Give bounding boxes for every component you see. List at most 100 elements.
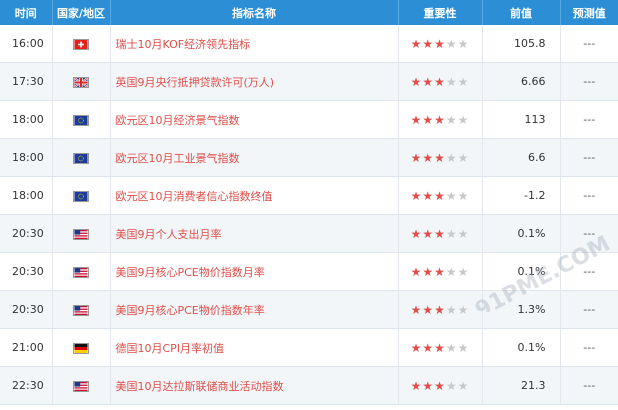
table-row[interactable]: 18:00 欧元区10月经济景气指数 ★★★★★ 113 --- (0, 100, 618, 139)
eu-flag-icon (73, 152, 89, 164)
star-icon: ★ (434, 226, 446, 241)
previous-value: 113 (482, 100, 561, 139)
indicator-link[interactable]: 欧元区10月经济景气指数 (110, 100, 399, 139)
table-row[interactable]: 22:30 美国10月达拉斯联储商业活动指数 ★★★★★ 21.3 --- (0, 366, 618, 405)
importance-stars: ★★★★★ (411, 189, 470, 203)
star-icon: ★ (445, 74, 458, 89)
country-cell (52, 176, 111, 215)
previous-value: -1.2 (482, 176, 561, 215)
forecast-value: --- (560, 100, 618, 139)
watermark-text: 91PME.COM (471, 232, 614, 312)
star-icon: ★ (422, 264, 435, 279)
star-icon: ★ (445, 340, 458, 355)
star-icon: ★ (410, 302, 423, 317)
star-icon: ★ (410, 36, 423, 51)
time-cell: 18:00 (0, 100, 53, 139)
star-icon: ★ (434, 150, 446, 165)
star-icon: ★ (422, 378, 435, 393)
star-icon: ★ (434, 264, 446, 279)
time-cell: 20:30 (0, 214, 53, 253)
importance-stars: ★★★★★ (411, 379, 470, 393)
table-row[interactable]: 17:30 英国9月央行抵押贷款许可(万人) ★★★★★ 6.66 --- (0, 62, 618, 101)
importance-cell: ★★★★★ (398, 138, 483, 177)
importance-stars: ★★★★★ (411, 37, 470, 51)
star-icon: ★ (434, 340, 446, 355)
star-icon: ★ (434, 378, 446, 393)
importance-cell: ★★★★★ (398, 25, 483, 63)
header-indicator[interactable]: 指标名称 (110, 0, 399, 25)
previous-value: 6.66 (482, 62, 561, 101)
forecast-value: --- (560, 328, 618, 367)
switzerland-flag-icon (73, 38, 89, 50)
star-icon: ★ (410, 264, 423, 279)
previous-value: 105.8 (482, 25, 561, 63)
star-icon: ★ (434, 112, 446, 127)
forecast-value: --- (560, 25, 618, 63)
indicator-link[interactable]: 欧元区10月工业景气指数 (110, 138, 399, 177)
us-flag-icon (73, 228, 89, 240)
header-importance[interactable]: 重要性 (398, 0, 483, 25)
star-icon: ★ (410, 112, 423, 127)
star-icon: ★ (422, 340, 435, 355)
star-icon: ★ (457, 150, 470, 165)
country-cell (52, 138, 111, 177)
time-cell: 18:00 (0, 138, 53, 177)
header-forecast[interactable]: 预测值 (560, 0, 618, 25)
indicator-link[interactable]: 德国10月CPI月率初值 (110, 328, 399, 367)
country-cell (52, 214, 111, 253)
indicator-link[interactable]: 美国9月核心PCE物价指数月率 (110, 252, 399, 291)
importance-cell: ★★★★★ (398, 176, 483, 215)
uk-flag-icon (73, 76, 89, 88)
importance-cell: ★★★★★ (398, 62, 483, 101)
time-cell: 22:30 (0, 366, 53, 405)
importance-cell: ★★★★★ (398, 328, 483, 367)
importance-stars: ★★★★★ (411, 113, 470, 127)
country-cell (52, 25, 111, 63)
indicator-link[interactable]: 美国9月个人支出月率 (110, 214, 399, 253)
star-icon: ★ (434, 36, 446, 51)
header-country[interactable]: 国家/地区 (52, 0, 111, 25)
time-cell: 21:00 (0, 328, 53, 367)
table-row[interactable]: 21:00 德国10月CPI月率初值 ★★★★★ 0.1% --- (0, 328, 618, 367)
time-cell: 18:00 (0, 176, 53, 215)
importance-cell: ★★★★★ (398, 100, 483, 139)
eu-flag-icon (73, 114, 89, 126)
indicator-link[interactable]: 英国9月央行抵押贷款许可(万人) (110, 62, 399, 101)
indicator-link[interactable]: 美国9月核心PCE物价指数年率 (110, 290, 399, 329)
star-icon: ★ (410, 188, 423, 203)
star-icon: ★ (422, 150, 435, 165)
star-icon: ★ (457, 112, 470, 127)
star-icon: ★ (422, 188, 435, 203)
forecast-value: --- (560, 366, 618, 405)
importance-stars: ★★★★★ (411, 151, 470, 165)
eu-flag-icon (73, 190, 89, 202)
header-time[interactable]: 时间 (0, 0, 53, 25)
indicator-link[interactable]: 美国10月达拉斯联储商业活动指数 (110, 366, 399, 405)
star-icon: ★ (445, 378, 458, 393)
header-previous[interactable]: 前值 (482, 0, 561, 25)
time-cell: 17:30 (0, 62, 53, 101)
us-flag-icon (73, 304, 89, 316)
forecast-value: --- (560, 138, 618, 177)
table-row[interactable]: 16:00 瑞士10月KOF经济领先指标 ★★★★★ 105.8 --- (0, 25, 618, 63)
us-flag-icon (73, 380, 89, 392)
star-icon: ★ (422, 226, 435, 241)
star-icon: ★ (434, 74, 446, 89)
calendar-table: 时间 国家/地区 指标名称 重要性 前值 预测值 16:00 瑞士10月KOF经济… (0, 0, 618, 405)
country-cell (52, 290, 111, 329)
table-row[interactable]: 18:00 欧元区10月消费者信心指数终值 ★★★★★ -1.2 --- (0, 176, 618, 215)
star-icon: ★ (457, 74, 470, 89)
star-icon: ★ (445, 112, 458, 127)
table-row[interactable]: 18:00 欧元区10月工业景气指数 ★★★★★ 6.6 --- (0, 138, 618, 177)
country-cell (52, 62, 111, 101)
indicator-link[interactable]: 瑞士10月KOF经济领先指标 (110, 25, 399, 63)
forecast-value: --- (560, 62, 618, 101)
star-icon: ★ (445, 36, 458, 51)
us-flag-icon (73, 266, 89, 278)
star-icon: ★ (410, 340, 423, 355)
star-icon: ★ (422, 112, 435, 127)
star-icon: ★ (434, 302, 446, 317)
country-cell (52, 100, 111, 139)
time-cell: 16:00 (0, 25, 53, 63)
indicator-link[interactable]: 欧元区10月消费者信心指数终值 (110, 176, 399, 215)
